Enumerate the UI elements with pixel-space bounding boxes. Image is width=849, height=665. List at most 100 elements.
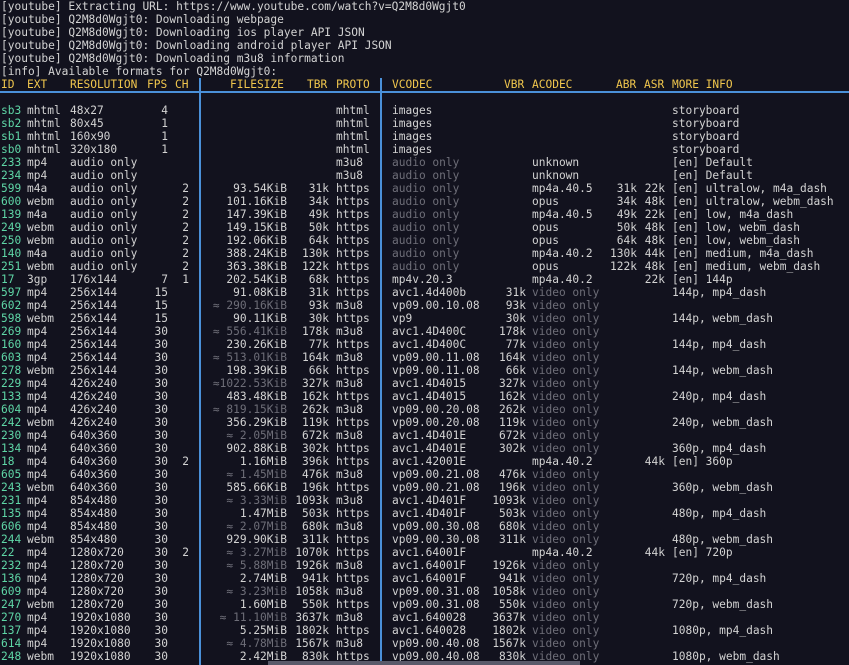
cell-resolution: 1280x720 [70,559,124,572]
cell-vcodec: images [392,104,433,117]
cell-filesize: 192.06KiB [226,234,287,247]
cell-more-info: 360p, webm_dash [672,481,774,494]
cell-vbr: 196k [499,481,526,494]
header-vbr: VBR [504,78,525,91]
cell-proto: https [336,533,370,546]
cell-resolution: 640x360 [70,442,118,455]
cell-id: 233 [1,156,22,169]
cell-resolution: 1280x720 [70,598,124,611]
cell-acodec: mp4a.40.2 [532,455,593,468]
cell-resolution: audio only [70,234,138,247]
cell-filesize: ≈ 3.23MiB [226,585,287,598]
cell-resolution: 256x144 [70,312,118,325]
cell-more-info: [en] ultralow, m4a_dash [672,182,827,195]
cell-abr: 122k [610,260,637,273]
cell-proto: https [336,338,370,351]
cell-id: 604 [1,403,22,416]
cell-resolution: 160x90 [70,130,111,143]
cell-tbr: 162k [302,390,329,403]
cell-resolution: audio only [70,208,138,221]
cell-fps: 30 [154,455,168,468]
cell-vbr: 672k [499,429,526,442]
header-proto: PROTO [336,78,370,91]
cell-ext: webm [27,195,54,208]
cell-vcodec: avc1.64001F [392,559,467,572]
cell-resolution: audio only [70,195,138,208]
cell-proto: https [336,416,370,429]
cell-acodec: video only [532,299,600,312]
cell-vcodec: audio only [392,169,460,182]
cell-ch: 2 [182,208,189,221]
cell-ch: 2 [182,182,189,195]
cell-vbr: 178k [499,325,526,338]
cell-vcodec: audio only [392,156,460,169]
cell-id: 598 [1,312,22,325]
cell-ch: 2 [182,234,189,247]
cell-id: 134 [1,442,22,455]
cell-fps: 30 [154,351,168,364]
cell-vbr: 327k [499,377,526,390]
cell-more-info: 144p, webm_dash [672,364,774,377]
cell-vcodec: vp09.00.31.08 [392,585,480,598]
terminal-window[interactable]: [youtube] Extracting URL: https://www.yo… [0,0,849,665]
table-row: 134 mp4 640x360 30 902.88KiB 302k https avc1.4D… [0,442,849,455]
cell-proto: https [336,234,370,247]
cell-filesize: 230.26KiB [226,338,287,351]
cell-filesize: ≈ 3.33MiB [226,494,287,507]
cell-ext: mp4 [27,299,48,312]
cell-vcodec: vp09.00.40.08 [392,637,480,650]
cell-tbr: 50k [308,221,329,234]
cell-fps: 30 [154,650,168,663]
cell-resolution: 854x480 [70,507,118,520]
cell-id: 140 [1,247,22,260]
cell-more-info: [en] low, m4a_dash [672,208,794,221]
cell-vcodec: vp09.00.30.08 [392,533,480,546]
cell-tbr: 1070k [295,546,329,559]
cell-tbr: 34k [308,195,329,208]
cell-tbr: 64k [308,234,329,247]
cell-proto: m3u8 [336,351,363,364]
cell-proto: https [336,312,370,325]
cell-id: 137 [1,624,22,637]
cell-ext: webm [27,221,54,234]
cell-vcodec: vp09.00.20.08 [392,403,480,416]
cell-vcodec: audio only [392,247,460,260]
cell-ext: mp4 [27,494,48,507]
cell-proto: https [336,572,370,585]
cell-fps: 30 [154,364,168,377]
cell-proto: m3u8 [336,520,363,533]
cell-more-info: 144p, webm_dash [672,312,774,325]
cell-ext: webm [27,312,54,325]
log-line: [info] Available formats for Q2M8d0Wgjt0… [1,65,278,78]
cell-vbr: 680k [499,520,526,533]
cell-acodec: unknown [532,169,580,182]
cell-resolution: 426x240 [70,377,118,390]
cell-ext: webm [27,533,54,546]
cell-ext: mhtml [27,104,61,117]
cell-fps: 30 [154,624,168,637]
cell-filesize: ≈ 5.88MiB [226,559,287,572]
cell-proto: m3u8 [336,169,363,182]
cell-ch: 2 [182,221,189,234]
cell-id: 17 [1,273,15,286]
cell-id: 251 [1,260,22,273]
cell-more-info: 144p, mp4_dash [672,286,767,299]
cell-more-info: 480p, webm_dash [672,533,774,546]
cell-proto: mhtml [336,104,370,117]
cell-vbr: 66k [505,364,526,377]
log-output: [youtube] Extracting URL: https://www.yo… [0,0,849,78]
cell-id: 248 [1,650,22,663]
cell-ext: mhtml [27,117,61,130]
cell-more-info: storyboard [672,143,740,156]
cell-resolution: 320x180 [70,143,118,156]
header-ch: CH [175,78,189,91]
cell-filesize: 356.29KiB [226,416,287,429]
cell-filesize: 90.11KiB [233,312,287,325]
cell-id: 250 [1,234,22,247]
cell-resolution: 854x480 [70,533,118,546]
cell-fps: 30 [154,494,168,507]
horizontal-scrollbar[interactable] [268,661,580,665]
cell-id: 232 [1,559,22,572]
cell-ext: mp4 [27,611,48,624]
cell-resolution: audio only [70,156,138,169]
